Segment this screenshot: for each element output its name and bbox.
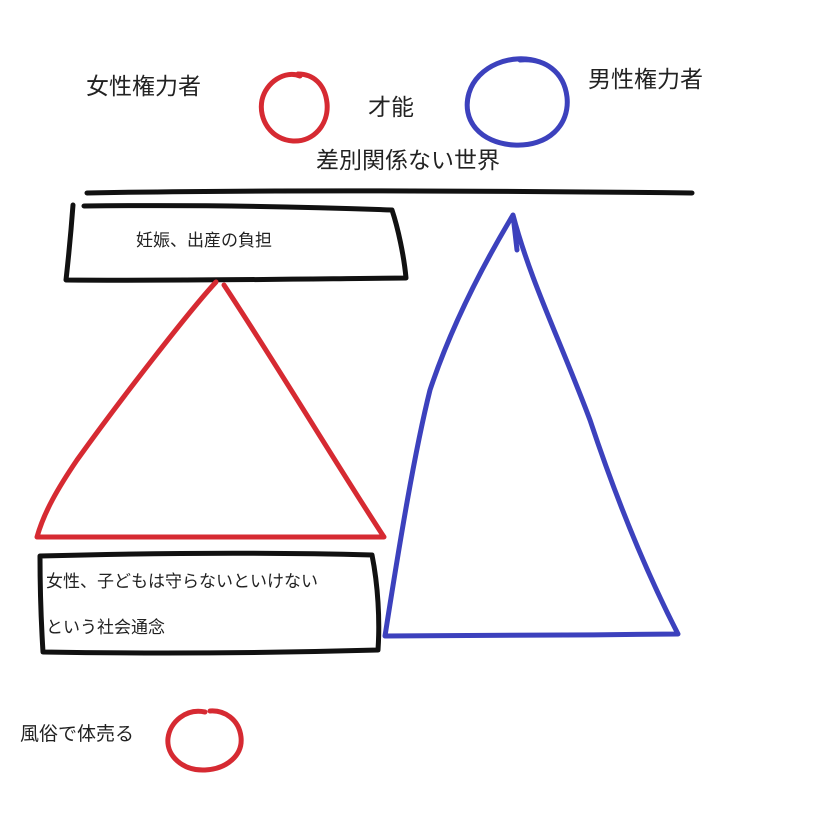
male-triangle: [382, 212, 681, 639]
no-discrimination-world-label: 差別関係ない世界: [316, 148, 500, 174]
social-norm-label-line1: 女性、子どもは守らないといけない: [46, 572, 318, 592]
social-norm-box: [37, 550, 382, 656]
female-talent-circle: [258, 71, 330, 144]
talent-label: 才能: [368, 95, 414, 121]
social-norm-label-line2: という社会通念: [46, 618, 165, 638]
horizon-line: [84, 188, 695, 196]
female-power-holder-label: 女性権力者: [86, 74, 201, 100]
sex-work-label: 風俗で体売る: [20, 723, 135, 745]
hand-drawn-diagram: [34, 56, 695, 773]
pregnancy-burden-label: 妊娠、出産の負担: [136, 231, 272, 251]
male-power-holder-label: 男性権力者: [588, 67, 703, 93]
male-talent-circle: [464, 56, 570, 148]
sex-work-circle: [165, 708, 244, 773]
female-triangle: [34, 279, 387, 540]
